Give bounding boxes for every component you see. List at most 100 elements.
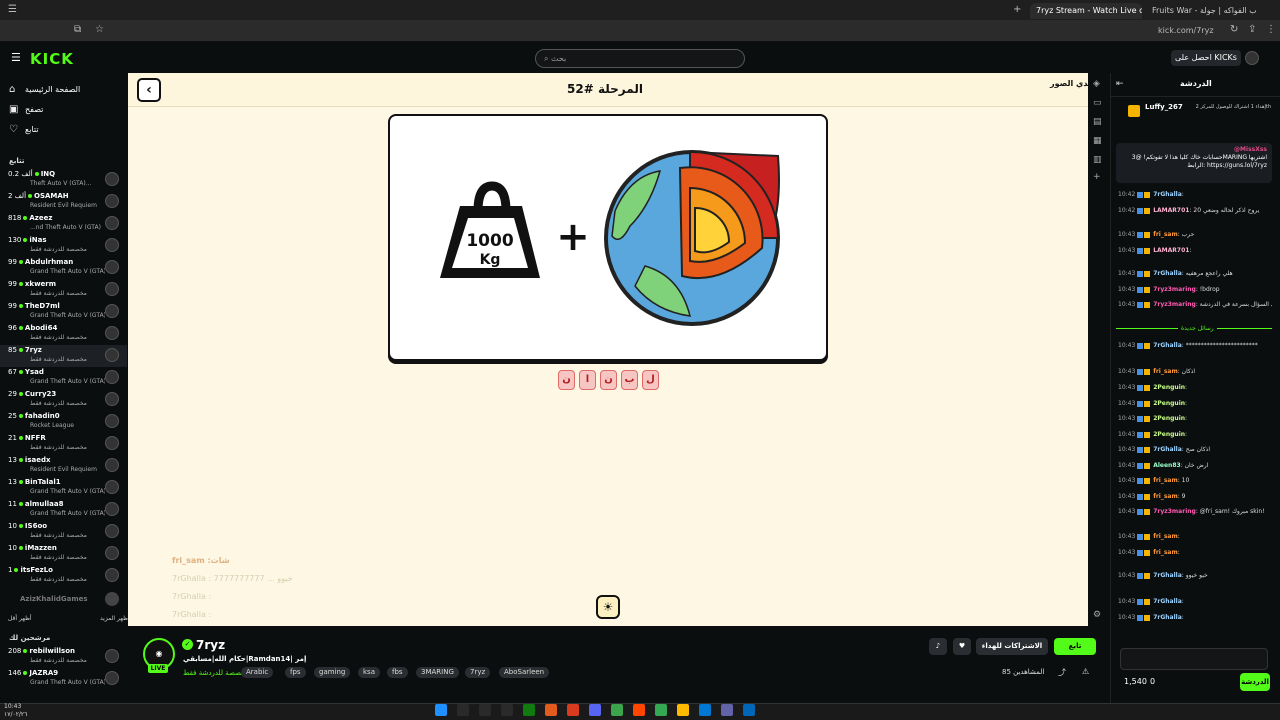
chat-message[interactable]: 10:43 fri_sam: 9 [1118, 493, 1272, 501]
hamburger-icon[interactable]: ☰ [11, 51, 21, 64]
sidebar-channel[interactable]: 10 IS6oo مخصصة للدردشة فقط [0, 521, 127, 543]
chat-message[interactable]: 10:43 fri_sam: اذكان [1118, 368, 1272, 376]
sidebar-channel[interactable]: 67 Ysad Grand Theft Auto V (GTA) [0, 367, 127, 389]
chat-message[interactable]: 10:43 fri_sam: حرب [1118, 231, 1272, 239]
sound-icon[interactable]: ◈ [1093, 79, 1100, 89]
chat-message[interactable]: 10:43 7ryz3maring: علي السؤال بسرعة في ا… [1118, 301, 1272, 309]
clip-icon[interactable]: ▤ [1093, 117, 1102, 127]
message-user[interactable]: 7ryz3maring [1153, 508, 1196, 515]
chat-message[interactable]: 10:43 2Penguin: [1118, 431, 1272, 439]
message-user[interactable]: fri_sam [1153, 493, 1178, 500]
message-user[interactable]: 7rGhalla [1153, 342, 1182, 349]
reload-icon[interactable]: ↻ [1230, 24, 1238, 36]
stream-tag[interactable]: 7ryz [465, 667, 491, 678]
sidebar-channel[interactable]: 0.2 ألف INQ Theft Auto V (GTA)... [0, 169, 127, 191]
stream-category[interactable]: مخصصة للدردشة فقط [183, 669, 249, 677]
message-user[interactable]: 2Penguin [1153, 431, 1185, 438]
message-user[interactable]: 7ryz3maring [1153, 301, 1196, 308]
menu-icon[interactable]: ☰ [8, 4, 17, 16]
sidebar-channel[interactable]: 10 iMazzen مخصصة للدردشة فقط [0, 543, 127, 565]
taskbar-app-icon[interactable] [589, 704, 601, 716]
sidebar-channel[interactable]: 99 Abdulrhman Grand Theft Auto V (GTA) [0, 257, 127, 279]
taskbar-app-icon[interactable] [743, 704, 755, 716]
message-user[interactable]: 2Penguin [1153, 384, 1185, 391]
nav-home[interactable]: الصفحة الرئيسية [25, 85, 80, 94]
offline-channel[interactable]: AzizKhalidGames [20, 595, 88, 603]
streamer-name[interactable]: 7ryz [196, 638, 225, 652]
sidebar-channel[interactable]: 1 itsFezLo مخصصة للدردشة فقط [0, 565, 127, 587]
chat-message[interactable]: 10:43 LAMAR701: [1118, 247, 1272, 255]
chat-message[interactable]: 10:42 7rGhalla: [1118, 191, 1272, 199]
url-text[interactable]: kick.com/7ryz [1158, 25, 1214, 37]
message-user[interactable]: 2Penguin [1153, 400, 1185, 407]
message-user[interactable]: fri_sam [1153, 533, 1178, 540]
letter-tile[interactable]: ل [642, 370, 659, 390]
sidebar-channel[interactable]: 11 almullaa8 Grand Theft Auto V (GTA) [0, 499, 127, 521]
message-user[interactable]: 7rGhalla [1153, 446, 1182, 453]
search-input[interactable]: ⌕ بحث [535, 49, 745, 68]
collapse-chat-icon[interactable]: ⇤ [1116, 79, 1124, 89]
hint-button[interactable]: ☀ [596, 595, 620, 619]
chat-message[interactable]: 10:43 7rGhalla: خيو خيوو [1118, 572, 1272, 580]
letter-tile[interactable]: ا [579, 370, 596, 390]
message-user[interactable]: Aleen83 [1153, 462, 1180, 469]
letter-tile[interactable]: ن [558, 370, 575, 390]
sidebar-channel[interactable]: 85 7ryz مخصصة للدردشة فقط [0, 345, 127, 367]
chat-send-button[interactable]: الدردشة [1240, 673, 1270, 691]
message-user[interactable]: 7rGhalla [1153, 598, 1182, 605]
taskbar-app-icon[interactable] [699, 704, 711, 716]
message-user[interactable]: 2Penguin [1153, 415, 1185, 422]
channel-points[interactable]: 1,540 [1124, 677, 1147, 686]
chat-icon[interactable]: ▦ [1093, 136, 1102, 146]
lock-icon[interactable]: ⋮ [1266, 24, 1276, 36]
chat-message[interactable]: 10:43 7rGhalla: اذكان صح [1118, 446, 1272, 454]
sidebar-channel[interactable]: 818 Azeez ...nd Theft Auto V (GTA) [0, 213, 127, 235]
message-user[interactable]: fri_sam [1153, 477, 1178, 484]
chat-message[interactable]: 10:43 2Penguin: [1118, 384, 1272, 392]
message-user[interactable]: fri_sam [1153, 231, 1178, 238]
share-icon[interactable]: ⤴ [1058, 667, 1066, 678]
nav-browse[interactable]: تصفح [25, 105, 43, 114]
kick-logo[interactable]: KICK [30, 50, 74, 68]
chat-input[interactable] [1120, 648, 1268, 670]
get-kicks-button[interactable]: احصل على KICKs [1171, 50, 1241, 66]
stream-tag[interactable]: Arabic [241, 667, 274, 678]
message-user[interactable]: fri_sam [1153, 368, 1178, 375]
chat-message[interactable]: 10:43 Aleen83: ارض خان [1118, 462, 1272, 470]
message-user[interactable]: 7rGhalla [1153, 191, 1182, 198]
sidebar-channel[interactable]: 13 BinTalal1 Grand Theft Auto V (GTA) [0, 477, 127, 499]
taskbar-app-icon[interactable] [633, 704, 645, 716]
show-less-link[interactable]: أظهر أقل [8, 615, 32, 622]
chat-message[interactable]: 10:43 fri_sam: 10 [1118, 477, 1272, 485]
taskbar-app-icon[interactable] [545, 704, 557, 716]
show-more-link[interactable]: أظهر المزيد [100, 615, 130, 622]
taskbar-app-icon[interactable] [523, 704, 535, 716]
chat-message[interactable]: 10:43 fri_sam: [1118, 533, 1272, 541]
chat-message[interactable]: 10:42 LAMAR701: يروح آذكر لحاله وضعي 20 [1118, 207, 1272, 215]
chat-message[interactable]: 10:43 7ryz3maring: !bdrop [1118, 286, 1272, 294]
sidebar-channel[interactable]: 146 JAZRA9 Grand Theft Auto V (GTA) [0, 668, 127, 690]
chat-message[interactable]: 10:43 fri_sam: [1118, 549, 1272, 557]
chat-message[interactable]: 10:43 7rGhalla: ************************ [1118, 342, 1272, 350]
sidebar-channel[interactable]: 29 Curry23 مخصصة للدردشة فقط [0, 389, 127, 411]
message-user[interactable]: 7rGhalla [1153, 614, 1182, 621]
tab-kick[interactable]: 7ryz Stream - Watch Live o [1030, 3, 1142, 19]
taskbar-app-icon[interactable] [721, 704, 733, 716]
letter-tile[interactable]: ب [621, 370, 638, 390]
message-user[interactable]: fri_sam [1153, 549, 1178, 556]
back-button[interactable]: ‹ [137, 78, 161, 102]
user-avatar[interactable] [1245, 51, 1259, 65]
taskbar-app-icon[interactable] [567, 704, 579, 716]
gift-sub-button[interactable]: الاشتراكات للهداء [976, 638, 1048, 655]
chat-message[interactable]: 10:43 7rGhalla: [1118, 598, 1272, 606]
message-user[interactable]: 7rGhalla [1153, 270, 1182, 277]
message-user[interactable]: 7rGhalla [1153, 572, 1182, 579]
taskbar-app-icon[interactable] [457, 704, 469, 716]
add-icon[interactable]: + [1093, 172, 1101, 182]
chat-message[interactable]: 10:43 2Penguin: [1118, 400, 1272, 408]
star-icon[interactable]: ☆ [95, 24, 104, 36]
window-icon[interactable]: ⧉ [74, 24, 81, 36]
stream-tag[interactable]: gaming [314, 667, 351, 678]
sidebar-channel[interactable]: 99 xkwerm مخصصة للدردشة فقط [0, 279, 127, 301]
taskbar-app-icon[interactable] [501, 704, 513, 716]
